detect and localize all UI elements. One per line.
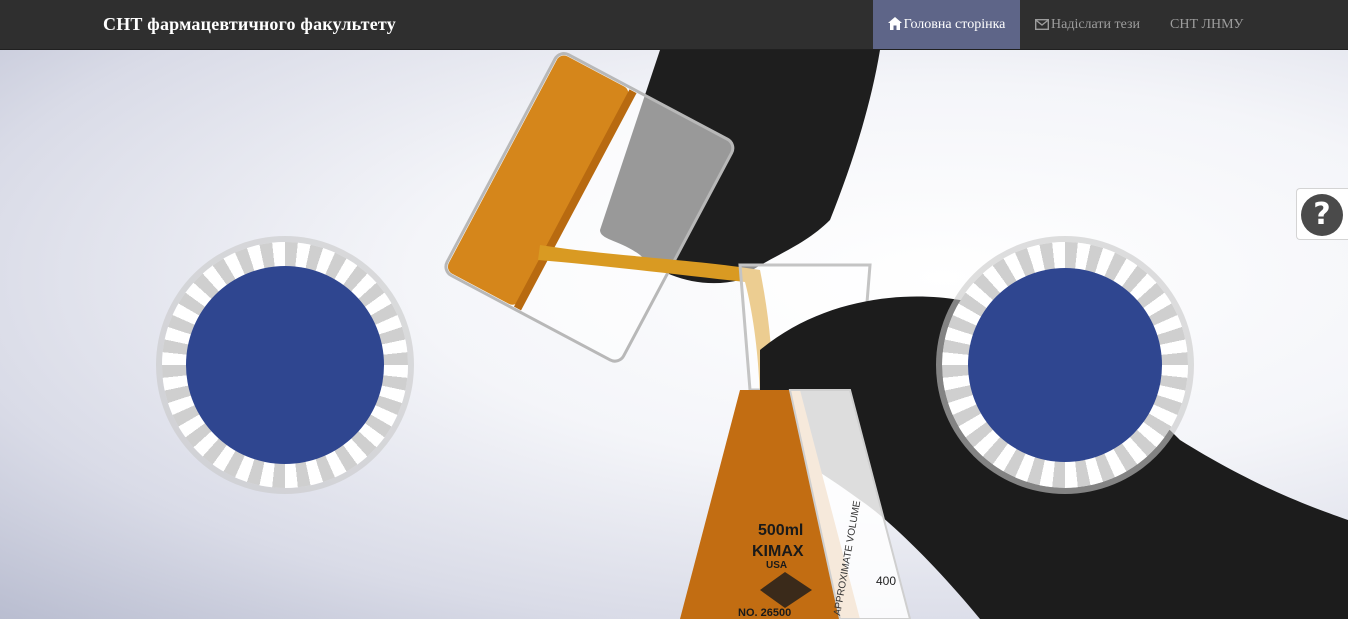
nav-home-label: Головна сторінка <box>903 17 1006 32</box>
flask-origin-text: USA <box>766 560 787 571</box>
flask-number-text: NO. 26500 <box>738 607 791 619</box>
hero-banner: 500ml KIMAX USA NO. 26500 APPROXIMATE VO… <box>0 50 1348 619</box>
flask-brand-text: KIMAX <box>752 543 804 560</box>
site-brand[interactable]: СНТ фармацевтичного факультету <box>103 14 396 35</box>
flask-mark-text: 400 <box>876 574 896 588</box>
faculty-emblem-right <box>942 242 1188 488</box>
help-button[interactable]: ? <box>1296 188 1348 240</box>
nav-snt-lnmu[interactable]: СНТ ЛНМУ <box>1170 0 1243 49</box>
nav-send-label: Надіслати тези <box>1051 17 1141 32</box>
nav-home[interactable]: Головна сторінка <box>873 0 1020 49</box>
faculty-emblem-left <box>162 242 408 488</box>
home-icon <box>887 17 902 30</box>
question-icon: ? <box>1301 194 1343 236</box>
nav-send-abstracts[interactable]: Надіслати тези <box>1035 0 1140 49</box>
flask-volume-text: 500ml <box>758 522 803 539</box>
nav-snt-label: СНТ ЛНМУ <box>1170 17 1244 32</box>
envelope-icon <box>1035 19 1049 30</box>
top-navbar: СНТ фармацевтичного факультету Головна с… <box>0 0 1348 50</box>
